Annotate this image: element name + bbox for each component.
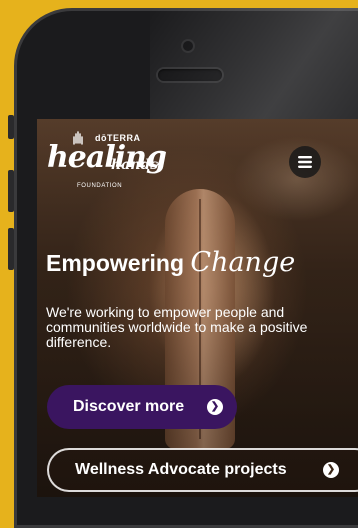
- hero-body-text: We're working to empower people and comm…: [46, 304, 308, 350]
- side-button-volume-up: [8, 170, 14, 212]
- menu-button[interactable]: [289, 146, 321, 178]
- wellness-advocate-projects-button[interactable]: Wellness Advocate projects ❯: [47, 448, 358, 492]
- chevron-right-icon: ❯: [323, 462, 339, 478]
- headline-accent: Change: [190, 247, 296, 278]
- logo-script-secondary: hands: [111, 157, 159, 173]
- front-camera: [183, 41, 193, 51]
- hamburger-menu-icon: [298, 156, 312, 168]
- side-button-mute: [8, 115, 14, 139]
- discover-more-button[interactable]: Discover more ❯: [47, 385, 237, 429]
- hero-headline: Empowering Change: [46, 247, 295, 278]
- chevron-right-icon: ❯: [207, 399, 223, 415]
- side-button-volume-down: [8, 228, 14, 270]
- discover-more-label: Discover more: [73, 398, 185, 415]
- healing-hands-logo[interactable]: dōTERRA healing hands FOUNDATION: [47, 131, 167, 201]
- earpiece-speaker: [158, 69, 222, 81]
- logo-subtitle: FOUNDATION: [77, 183, 123, 189]
- headline-plain: Empowering: [46, 250, 185, 276]
- phone-screen: dōTERRA healing hands FOUNDATION Empower…: [37, 119, 358, 497]
- wellness-advocate-projects-label: Wellness Advocate projects: [75, 461, 287, 478]
